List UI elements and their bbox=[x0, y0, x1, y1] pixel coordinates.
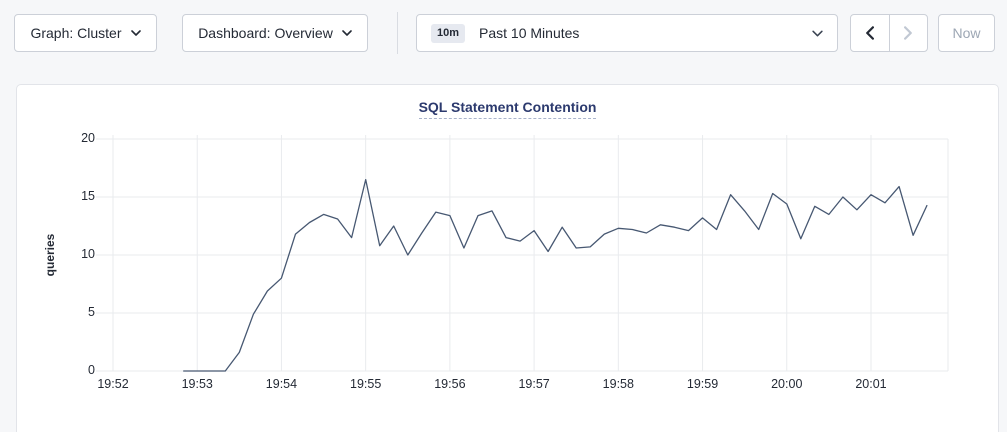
now-button[interactable]: Now bbox=[938, 14, 995, 52]
chevron-down-icon bbox=[342, 30, 352, 36]
x-tick-label: 19:58 bbox=[586, 377, 650, 391]
x-tick-label: 20:00 bbox=[755, 377, 819, 391]
y-tick-label: 5 bbox=[55, 305, 95, 319]
x-tick-label: 19:57 bbox=[502, 377, 566, 391]
y-tick-label: 20 bbox=[55, 131, 95, 145]
graph-dropdown-label: Graph: Cluster bbox=[30, 25, 121, 41]
x-tick-label: 20:01 bbox=[839, 377, 903, 391]
time-step-buttons bbox=[850, 14, 928, 52]
time-range-label: Past 10 Minutes bbox=[479, 25, 579, 41]
chevron-down-icon bbox=[131, 30, 141, 36]
y-tick-label: 10 bbox=[55, 247, 95, 261]
y-tick-label: 0 bbox=[55, 363, 95, 377]
x-tick-label: 19:55 bbox=[334, 377, 398, 391]
x-tick-label: 19:53 bbox=[165, 377, 229, 391]
now-button-label: Now bbox=[952, 25, 980, 41]
toolbar-divider bbox=[397, 12, 398, 54]
next-time-button[interactable] bbox=[889, 15, 928, 51]
prev-time-button[interactable] bbox=[851, 15, 889, 51]
series-line bbox=[183, 180, 927, 371]
dashboard-dropdown[interactable]: Dashboard: Overview bbox=[182, 14, 368, 52]
graph-dropdown[interactable]: Graph: Cluster bbox=[14, 14, 157, 52]
dashboard-dropdown-label: Dashboard: Overview bbox=[198, 25, 333, 41]
y-tick-label: 15 bbox=[55, 189, 95, 203]
chevron-left-icon bbox=[865, 26, 874, 40]
chevron-down-icon bbox=[812, 30, 823, 37]
chart-card: SQL Statement Contention queries 0510152… bbox=[16, 84, 999, 432]
x-tick-label: 19:59 bbox=[671, 377, 735, 391]
time-range-badge: 10m bbox=[431, 24, 465, 43]
time-range-dropdown[interactable]: 10m Past 10 Minutes bbox=[416, 14, 838, 52]
chevron-right-icon bbox=[904, 26, 913, 40]
x-tick-label: 19:56 bbox=[418, 377, 482, 391]
x-tick-label: 19:52 bbox=[81, 377, 145, 391]
x-tick-label: 19:54 bbox=[249, 377, 313, 391]
